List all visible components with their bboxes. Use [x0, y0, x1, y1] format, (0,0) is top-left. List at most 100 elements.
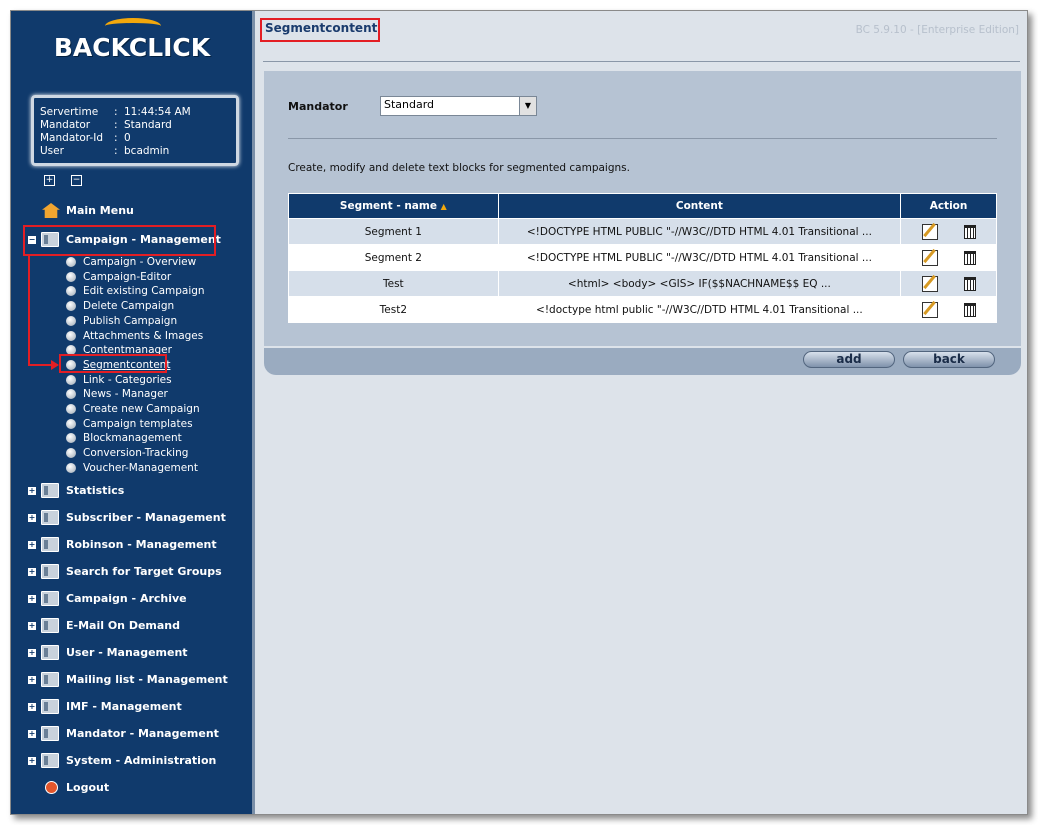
expand-icon[interactable]: +	[28, 595, 36, 603]
expand-icon[interactable]: +	[28, 514, 36, 522]
bullet-icon	[66, 271, 76, 282]
nav-section[interactable]: + E-Mail On Demand	[11, 615, 251, 637]
folder-icon	[41, 564, 59, 579]
submenu-item[interactable]: Campaign - Overview	[66, 255, 196, 269]
annotation-arrow	[28, 255, 30, 365]
edit-icon[interactable]	[921, 249, 938, 266]
expand-icon[interactable]: +	[28, 649, 36, 657]
edit-icon[interactable]	[921, 275, 938, 292]
session-row: Servertime:11:44:54 AM	[40, 106, 236, 119]
folder-icon	[41, 753, 59, 768]
column-header-content: Content	[497, 193, 902, 219]
action-cell	[900, 244, 997, 271]
nav-section[interactable]: + Mandator - Management	[11, 723, 251, 745]
expand-icon[interactable]: +	[28, 622, 36, 630]
nav-section[interactable]: + Mailing list - Management	[11, 669, 251, 691]
session-row: Mandator: Standard	[40, 119, 236, 132]
session-colon: :	[114, 132, 118, 144]
submenu-item[interactable]: Publish Campaign	[66, 314, 177, 328]
expand-icon[interactable]: +	[28, 757, 36, 765]
submenu-item[interactable]: Conversion-Tracking	[66, 446, 188, 460]
sidebar-separator	[252, 11, 255, 814]
nav-section[interactable]: + Search for Target Groups	[11, 561, 251, 583]
submenu-item[interactable]: News - Manager	[66, 387, 168, 401]
highlight-campaign-management	[23, 225, 216, 256]
submenu-item[interactable]: Campaign-Editor	[66, 270, 171, 284]
submenu-item-label: Campaign - Overview	[83, 256, 197, 268]
nav-main-menu[interactable]: Main Menu	[11, 200, 251, 222]
bullet-icon	[66, 448, 76, 459]
nav-section[interactable]: + Robinson - Management	[11, 534, 251, 556]
bullet-icon	[66, 374, 76, 385]
action-cell	[900, 296, 997, 323]
bullet-icon	[66, 286, 76, 297]
collapse-all-button[interactable]: −	[71, 175, 82, 186]
action-cell	[900, 270, 997, 297]
button-bar: add back	[264, 348, 1021, 375]
expand-icon[interactable]: +	[28, 541, 36, 549]
submenu-item-label: Blockmanagement	[83, 432, 182, 445]
power-icon	[45, 781, 58, 794]
nav-section[interactable]: + Campaign - Archive	[11, 588, 251, 610]
submenu-item[interactable]: Blockmanagement	[66, 431, 182, 445]
trash-icon[interactable]	[963, 224, 976, 239]
expand-icon[interactable]: +	[28, 676, 36, 684]
edit-icon[interactable]	[921, 223, 938, 240]
bullet-icon	[66, 418, 76, 429]
submenu-item-label: Campaign templates	[83, 417, 193, 430]
nav-section[interactable]: + System - Administration	[11, 750, 251, 772]
mandator-select[interactable]: Standard ▼	[380, 96, 537, 116]
submenu-item[interactable]: Delete Campaign	[66, 299, 174, 313]
add-button[interactable]: add	[803, 351, 895, 368]
trash-icon[interactable]	[963, 276, 976, 291]
submenu-item-label: Voucher-Management	[83, 461, 198, 474]
trash-icon[interactable]	[963, 250, 976, 265]
submenu-item[interactable]: Voucher-Management	[66, 461, 198, 475]
session-row: Mandator-Id:0	[40, 132, 236, 145]
segment-name-cell: Test2	[288, 296, 499, 323]
expand-icon[interactable]: +	[28, 487, 36, 495]
version-label: BC 5.9.10 - [Enterprise Edition]	[855, 24, 1019, 36]
nav-section[interactable]: + Statistics	[11, 480, 251, 502]
session-key: User	[40, 145, 64, 157]
submenu-item[interactable]: Edit existing Campaign	[66, 284, 205, 298]
segment-content-cell: <!doctype html public "-//W3C//DTD HTML …	[497, 296, 902, 323]
bullet-icon	[66, 301, 76, 312]
annotation-arrowhead	[51, 360, 59, 370]
nav-section-label: Subscriber - Management	[66, 511, 226, 524]
expand-icon[interactable]: +	[28, 703, 36, 711]
table-row: Test <html> <body> <GIS> IF($$NACHNAME$$ …	[288, 270, 997, 297]
bullet-icon	[66, 389, 76, 400]
nav-logout[interactable]: Logout	[11, 777, 251, 799]
nav-section-label: E-Mail On Demand	[66, 619, 181, 632]
segment-content-cell: <!DOCTYPE HTML PUBLIC "-//W3C//DTD HTML …	[497, 218, 902, 245]
session-value: 0	[124, 132, 131, 144]
submenu-item[interactable]: Attachments & Images	[66, 329, 203, 343]
submenu-item[interactable]: Campaign templates	[66, 417, 193, 431]
submenu-item[interactable]: Create new Campaign	[66, 402, 200, 416]
home-icon	[42, 203, 60, 218]
session-row: User: bcadmin	[40, 145, 236, 158]
action-cell	[900, 218, 997, 245]
submenu-item-label: Delete Campaign	[83, 300, 175, 313]
expand-icon[interactable]: +	[28, 568, 36, 576]
nav-section[interactable]: + User - Management	[11, 642, 251, 664]
back-button[interactable]: back	[903, 351, 995, 368]
expand-all-button[interactable]: +	[44, 175, 55, 186]
nav-section-label: Campaign - Archive	[66, 592, 187, 605]
session-key: Mandator-Id	[40, 132, 103, 144]
submenu-item[interactable]: Link - Categories	[66, 373, 172, 387]
trash-icon[interactable]	[963, 302, 976, 317]
expand-icon[interactable]: +	[28, 730, 36, 738]
submenu-item-label: Publish Campaign	[83, 314, 178, 327]
table-row: Test2 <!doctype html public "-//W3C//DTD …	[288, 296, 997, 323]
chevron-down-icon[interactable]: ▼	[519, 97, 536, 115]
folder-icon	[41, 483, 59, 498]
session-key: Mandator	[40, 119, 91, 131]
column-header-name[interactable]: Segment - name ▲	[288, 193, 499, 219]
nav-section[interactable]: + Subscriber - Management	[11, 507, 251, 529]
edit-icon[interactable]	[921, 301, 938, 318]
nav-section[interactable]: + IMF - Management	[11, 696, 251, 718]
submenu-item-label: Conversion-Tracking	[83, 447, 189, 460]
folder-icon	[41, 510, 59, 525]
